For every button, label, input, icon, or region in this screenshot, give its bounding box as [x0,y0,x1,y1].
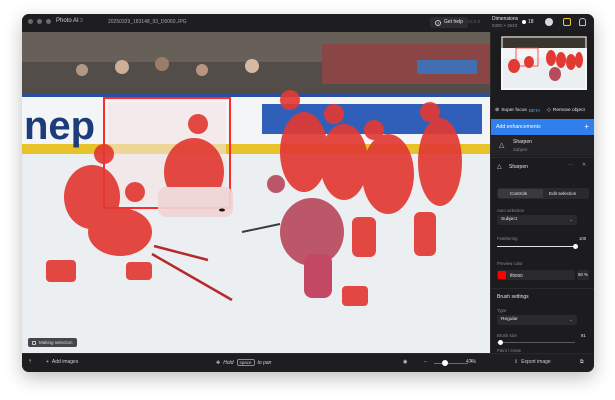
dimensions-title: Dimensions [492,16,519,22]
app-name: Photo AI [56,18,79,24]
type-label: Type [497,308,507,313]
preview-opacity-field[interactable]: 50 % [577,270,589,280]
zoom-slider[interactable] [434,363,468,364]
close-window-button[interactable] [28,19,33,24]
divider [491,288,594,289]
chevron-down-icon: ⌄ [568,217,573,223]
add-enhancements-label: Add enhancements [496,124,541,130]
title-bar: Photo AI 3 20250329_183148_93_D0060.JPG … [22,14,594,32]
auto-selection-dropdown[interactable]: Subject ⌄ [497,215,577,225]
navigator-thumbnail[interactable] [501,36,587,90]
export-icon: ⇪ [514,359,519,365]
pan-hint: ✥ Hold space to pan [216,359,271,366]
brush-settings-title: Brush settings [497,294,529,300]
plus-icon: + [46,359,49,365]
compare-icon[interactable]: ⧉ [580,359,584,365]
avatar[interactable] [545,18,553,26]
zoom-level[interactable]: 47% [466,359,476,365]
selection-icon [32,340,36,345]
brush-size-slider-handle[interactable] [498,340,503,345]
pan-hint-key: space [236,359,255,366]
credits-counter[interactable]: 18 [522,19,534,25]
get-help-label: Get help [444,19,463,25]
preview-color-field[interactable]: ff0000 [497,270,575,280]
export-image-button[interactable]: ⇪ Export image [514,359,551,365]
get-help-button[interactable]: ? Get help [430,17,468,28]
eye-icon[interactable]: ◉ [403,359,407,365]
add-images-button[interactable]: + Add images [46,359,78,365]
chevron-down-icon: ⌄ [568,317,573,323]
panel-tabs: Controls Edit selection [497,188,589,199]
preview-color-hex: ff0000 [510,272,523,278]
right-panel: ⊕ Super focus BETA ◇ Remove object Add e… [490,32,594,353]
eraser-icon: ◇ [547,107,551,113]
beta-badge: BETA [528,107,541,113]
zoom-out-icon[interactable]: − [424,359,427,365]
feathering-slider[interactable] [497,246,575,247]
image-canvas[interactable]: nep Making selection [22,32,490,353]
enhancement-item-sharpen[interactable]: △ Sharpen Subject [491,136,594,156]
app-version-badge: 3 [80,18,83,24]
remove-object-button[interactable]: ◇ Remove object [547,107,585,113]
version-label: v4.0.0 [468,19,481,24]
enhancement-item-title: Sharpen [513,139,532,145]
plus-icon: + [584,122,589,131]
color-swatch[interactable] [498,271,506,279]
preview-color-label: Preview color [497,261,523,266]
feathering-label: Feathering [497,236,518,241]
window-controls [28,19,51,24]
zoom-window-button[interactable] [46,19,51,24]
add-images-label: Add images [51,359,79,365]
more-options-icon[interactable]: ··· [568,162,573,168]
focus-icon: ⊕ [495,107,500,113]
tab-edit-selection[interactable]: Edit selection [549,191,576,196]
minimize-window-button[interactable] [37,19,42,24]
feathering-value: 100 [579,236,587,241]
feathering-slider-handle[interactable] [573,244,578,249]
brush-type-dropdown[interactable]: Regular ⌄ [497,315,577,325]
app-window: Photo AI 3 20250329_183148_93_D0060.JPG … [22,14,594,372]
file-name: 20250329_183148_93_D0060.JPG [108,18,187,25]
bell-icon[interactable] [579,18,586,26]
enhancement-item-subtitle: Subject [513,147,528,152]
status-chip: Making selection [28,338,77,347]
tab-controls[interactable]: Controls [510,191,527,196]
close-icon[interactable]: ✕ [582,162,586,168]
section-title: Sharpen [509,164,528,170]
hockey-photo: nep [22,32,490,353]
super-focus-label: Super focus [501,107,527,113]
help-icon: ? [435,19,441,26]
brush-size-slider[interactable] [497,342,575,343]
credits-value: 18 [528,19,534,25]
sharpen-icon: △ [499,142,505,149]
thumbnail-image [501,36,587,90]
auto-selection-value: Subject [501,217,517,222]
remove-object-label: Remove object [552,107,585,113]
dimensions-readout: Dimensions 5300 × 3533 [492,16,518,28]
brush-size-value: 81 [581,333,586,338]
bottom-toolbar: ⇡ + Add images ✥ Hold space to pan ◉ − +… [22,353,594,372]
divider [491,157,594,158]
upload-icon[interactable]: ⇡ [28,359,32,365]
auto-selection-label: Auto selection [497,208,524,213]
super-focus-button[interactable]: ⊕ Super focus BETA [495,107,540,113]
pan-hint-prefix: Hold [223,359,234,366]
pan-hint-suffix: to pan [257,359,272,366]
export-image-label: Export image [521,359,551,365]
gift-icon[interactable] [563,18,571,26]
credits-icon [522,20,526,24]
sharpen-section-icon: △ [497,164,502,170]
add-enhancements-button[interactable]: Add enhancements + [491,119,594,135]
dimensions-value: 5300 × 3533 [492,23,518,28]
brush-size-label: Brush size [497,333,518,338]
brush-type-value: Regular [501,317,518,322]
move-icon: ✥ [216,359,221,366]
svg-text:nep: nep [24,104,95,148]
status-chip-label: Making selection [39,340,73,345]
zoom-slider-handle[interactable] [442,360,448,366]
